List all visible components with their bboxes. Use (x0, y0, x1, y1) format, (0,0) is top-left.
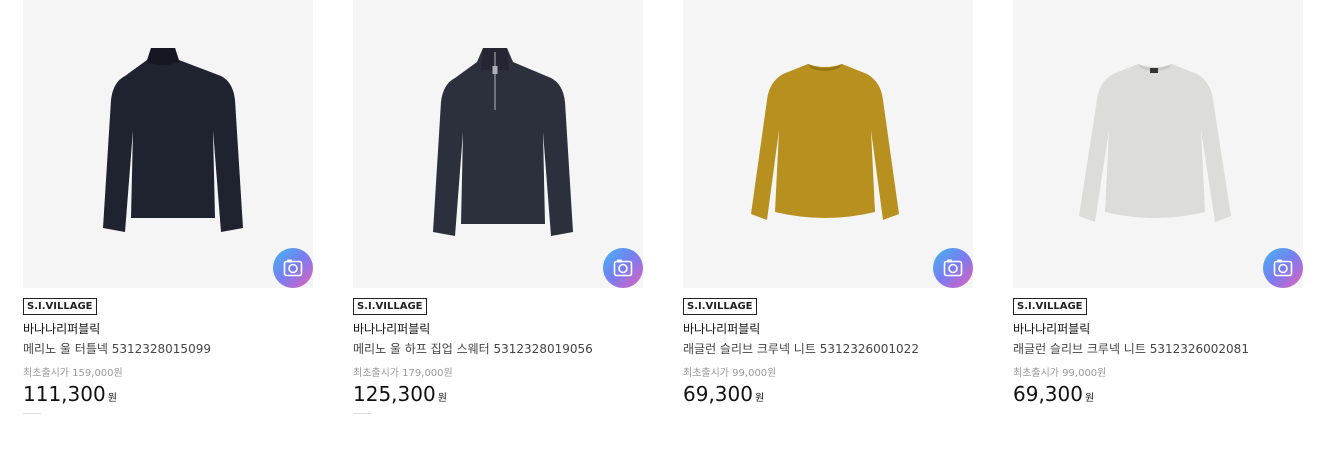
product-image[interactable] (683, 0, 973, 288)
product-card[interactable]: S.I.VILLAGE 바나나리퍼블릭 래글런 슬리브 크루넥 니트 53123… (683, 0, 973, 414)
brand-name[interactable]: 바나나리퍼블릭 (353, 321, 643, 337)
sale-price: 69,300 원 (683, 382, 973, 411)
sweater-image (751, 64, 899, 220)
original-price: 최초출시가 179,000원 (353, 368, 453, 379)
product-name[interactable]: 래글런 슬리브 크루넥 니트 5312326002081 (1013, 341, 1303, 357)
sweater-image (1079, 64, 1231, 222)
brand-name[interactable]: 바나나리퍼블릭 (683, 321, 973, 337)
original-price: 최초출시가 99,000원 (1013, 368, 1107, 379)
price-value: 125,300 (353, 382, 436, 406)
shop-badge: S.I.VILLAGE (1013, 298, 1087, 315)
currency-unit: 원 (754, 393, 765, 404)
sweater-image (433, 48, 573, 236)
currency-unit: 원 (437, 393, 447, 404)
camera-search-button[interactable] (1263, 248, 1303, 288)
divider (683, 413, 701, 414)
price-value: 69,300 (1013, 382, 1083, 406)
product-card[interactable]: S.I.VILLAGE 바나나리퍼블릭 래글런 슬리브 크루넥 니트 53123… (1013, 0, 1303, 414)
camera-search-icon (943, 259, 963, 277)
shop-badge: S.I.VILLAGE (683, 298, 757, 315)
price-value: 69,300 (683, 382, 753, 406)
currency-unit: 원 (107, 393, 117, 404)
currency-unit: 원 (1084, 393, 1095, 404)
product-grid: S.I.VILLAGE 바나나리퍼블릭 메리노 울 터틀넥 5312328015… (0, 0, 1317, 458)
camera-search-icon (613, 259, 633, 277)
original-price: 최초출시가 99,000원 (683, 368, 777, 379)
product-image[interactable] (353, 0, 643, 288)
sale-price: 125,300 원 (353, 382, 643, 411)
product-name[interactable]: 메리노 울 터틀넥 5312328015099 (23, 341, 313, 357)
brand-name[interactable]: 바나나리퍼블릭 (1013, 321, 1303, 337)
original-price: 최초출시가 159,000원 (23, 368, 123, 379)
camera-search-icon (283, 259, 303, 277)
brand-name[interactable]: 바나나리퍼블릭 (23, 321, 313, 337)
divider (1013, 413, 1031, 414)
product-image[interactable] (1013, 0, 1303, 288)
shop-badge: S.I.VILLAGE (353, 298, 427, 315)
shop-badge: S.I.VILLAGE (23, 298, 97, 315)
product-card[interactable]: S.I.VILLAGE 바나나리퍼블릭 메리노 울 하프 집업 스웨터 5312… (353, 0, 643, 414)
product-image[interactable] (23, 0, 313, 288)
price-value: 111,300 (23, 382, 106, 406)
sweater-image (103, 48, 243, 232)
sale-price: 111,300 원 (23, 382, 313, 411)
camera-search-icon (1273, 259, 1293, 277)
product-card[interactable]: S.I.VILLAGE 바나나리퍼블릭 메리노 울 터틀넥 5312328015… (23, 0, 313, 414)
divider (23, 413, 41, 414)
camera-search-button[interactable] (603, 248, 643, 288)
sale-price: 69,300 원 (1013, 382, 1303, 411)
divider (353, 413, 371, 414)
camera-search-button[interactable] (933, 248, 973, 288)
camera-search-button[interactable] (273, 248, 313, 288)
product-name[interactable]: 래글런 슬리브 크루넥 니트 5312326001022 (683, 341, 973, 357)
product-name[interactable]: 메리노 울 하프 집업 스웨터 5312328019056 (353, 341, 643, 357)
